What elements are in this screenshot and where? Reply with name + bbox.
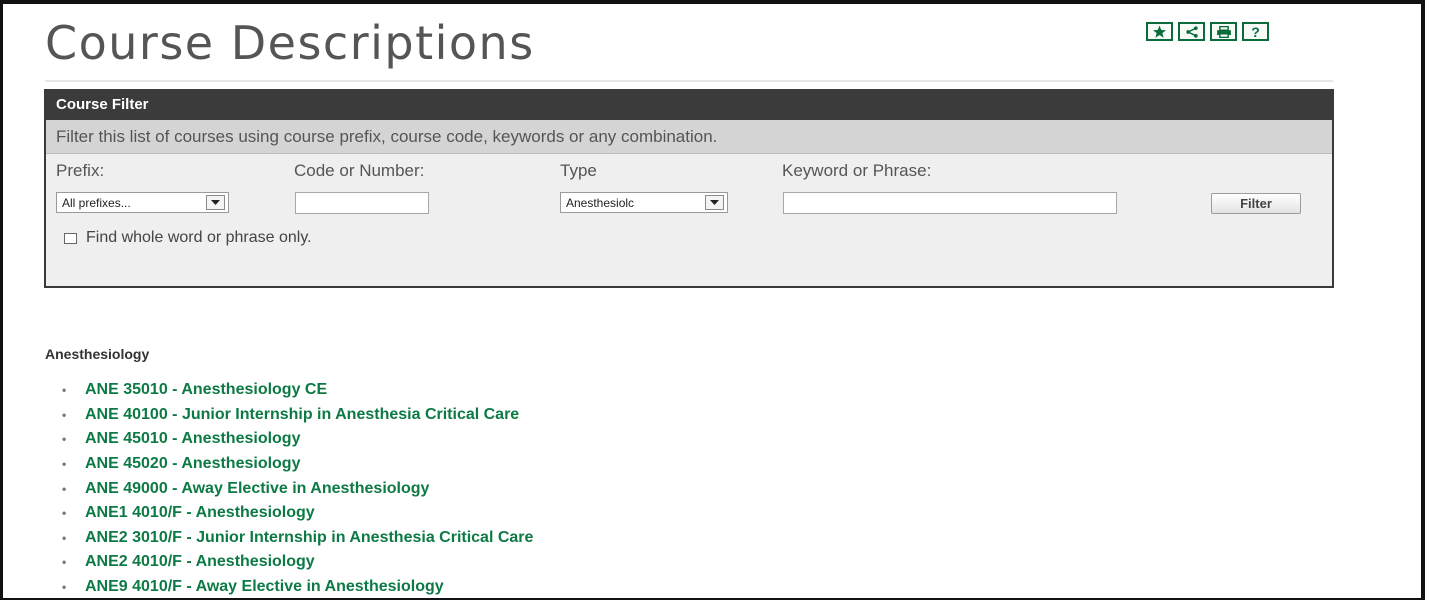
keyword-label: Keyword or Phrase: [782, 161, 932, 180]
code-input[interactable] [295, 192, 429, 214]
whole-word-label: Find whole word or phrase only. [86, 229, 312, 246]
course-link[interactable]: ANE2 4010/F - Anesthesiology [85, 553, 315, 571]
print-icon[interactable] [1210, 22, 1237, 41]
course-link[interactable]: ANE 49000 - Away Elective in Anesthesiol… [85, 480, 429, 498]
bullet: • [62, 481, 67, 496]
course-link[interactable]: ANE1 4010/F - Anesthesiology [85, 504, 315, 522]
prefix-select-value: All prefixes... [62, 195, 131, 210]
bullet: • [62, 506, 67, 521]
keyword-input[interactable] [783, 192, 1117, 214]
bullet: • [62, 432, 67, 447]
page-tools: ? [1146, 22, 1269, 41]
bullet: • [62, 457, 67, 472]
share-icon[interactable] [1178, 22, 1205, 41]
bullet: • [62, 407, 67, 422]
list-item: • ANE1 4010/F - Anesthesiology [62, 501, 533, 526]
chevron-down-icon [705, 195, 724, 210]
list-item: • ANE9 4010/F - Away Elective in Anesthes… [62, 575, 533, 600]
course-link[interactable]: ANE 45010 - Anesthesiology [85, 430, 300, 448]
prefix-label: Prefix: [56, 161, 105, 180]
section-heading: Anesthesiology [45, 346, 150, 362]
bullet: • [62, 555, 67, 570]
type-select[interactable]: Anesthesiolc [560, 192, 728, 213]
course-link[interactable]: ANE2 3010/F - Junior Internship in Anest… [85, 529, 533, 547]
bullet: • [62, 580, 67, 595]
list-item: • ANE 40100 - Junior Internship in Anesth… [62, 403, 533, 428]
type-select-value: Anesthesiolc [566, 195, 635, 210]
whole-word-option: Find whole word or phrase only. [64, 229, 312, 247]
prefix-select[interactable]: All prefixes... [56, 192, 229, 213]
title-divider [45, 80, 1333, 82]
chevron-down-icon [206, 195, 225, 210]
page-title: Course Descriptions [45, 16, 535, 70]
course-link[interactable]: ANE 35010 - Anesthesiology CE [85, 381, 327, 399]
star-icon[interactable] [1146, 22, 1173, 41]
type-label: Type [560, 161, 597, 180]
whole-word-checkbox[interactable] [64, 232, 77, 244]
filter-heading: Course Filter [46, 89, 1332, 120]
list-item: • ANE 49000 - Away Elective in Anesthesio… [62, 476, 533, 501]
bullet: • [62, 530, 67, 545]
code-label: Code or Number: [294, 161, 425, 180]
list-item: • ANE 45010 - Anesthesiology [62, 427, 533, 452]
filter-description: Filter this list of courses using course… [46, 120, 1332, 154]
list-item: • ANE 35010 - Anesthesiology CE [62, 378, 533, 403]
bullet: • [62, 383, 67, 398]
list-item: • ANE2 3010/F - Junior Internship in Anes… [62, 526, 533, 551]
list-item: • ANE2 4010/F - Anesthesiology [62, 550, 533, 575]
course-link[interactable]: ANE 45020 - Anesthesiology [85, 455, 300, 473]
course-list: • ANE 35010 - Anesthesiology CE • ANE 4010… [62, 378, 533, 599]
course-link[interactable]: ANE 40100 - Junior Internship in Anesthe… [85, 406, 519, 424]
filter-button[interactable]: Filter [1211, 193, 1301, 214]
list-item: • ANE 45020 - Anesthesiology [62, 452, 533, 477]
help-icon[interactable]: ? [1242, 22, 1269, 41]
course-link[interactable]: ANE9 4010/F - Away Elective in Anesthesi… [85, 578, 444, 596]
course-filter-panel: Course Filter Filter this list of course… [44, 89, 1334, 288]
